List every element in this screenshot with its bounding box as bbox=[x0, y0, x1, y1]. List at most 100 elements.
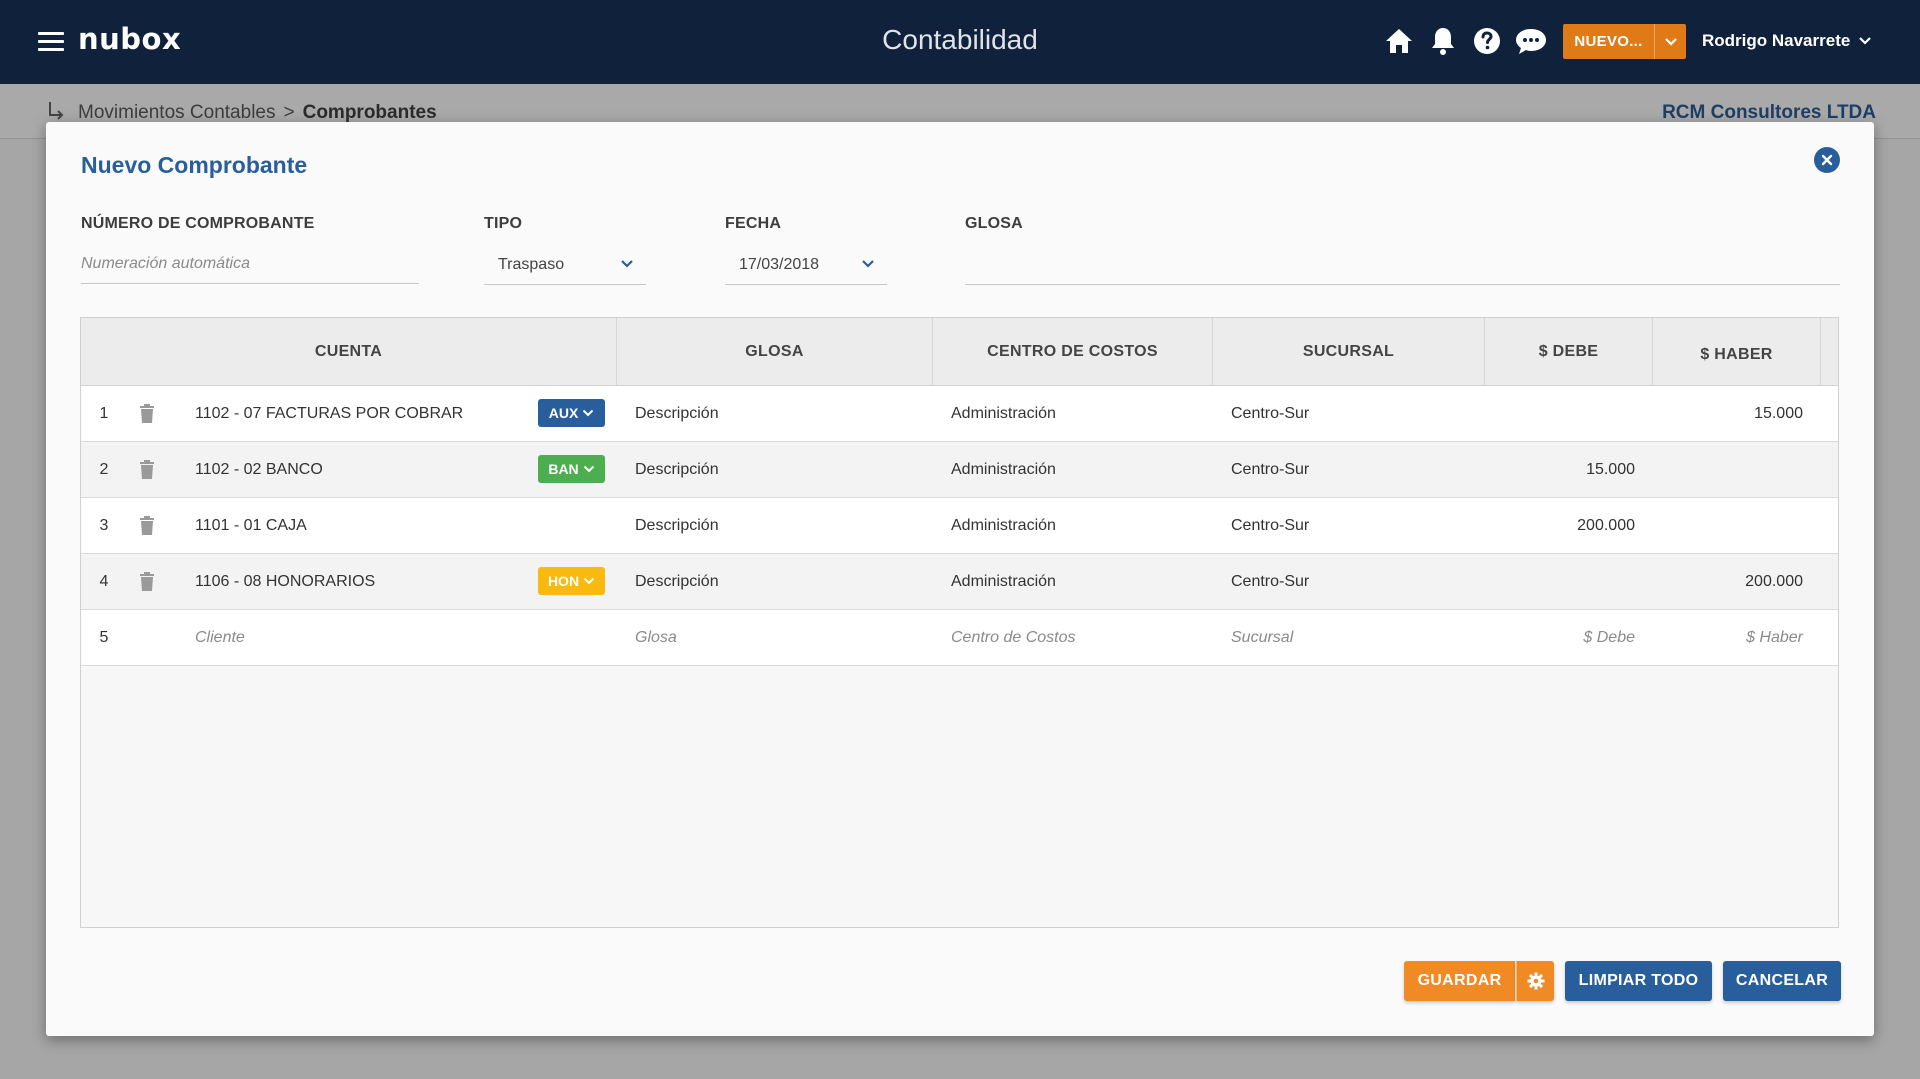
cuenta-value: 1101 - 01 CAJA bbox=[195, 516, 307, 534]
fecha-select[interactable]: 17/03/2018 bbox=[725, 245, 887, 285]
header-cuenta: CUENTA bbox=[81, 318, 617, 385]
centro-costos-input[interactable]: Centro de Costos bbox=[933, 610, 1213, 665]
comprobante-table: CUENTA GLOSA CENTRO DE COSTOS SUCURSAL $… bbox=[80, 317, 1839, 928]
glosa-cell[interactable]: Descripción bbox=[617, 442, 933, 497]
cuenta-cell[interactable]: 1102 - 02 BANCO BAN bbox=[167, 442, 617, 497]
header-haber: $ HABER bbox=[1653, 318, 1821, 385]
debe-cell[interactable] bbox=[1485, 554, 1653, 609]
breadcrumb: Movimientos Contables > Comprobantes bbox=[78, 102, 437, 124]
chat-icon[interactable] bbox=[1514, 24, 1548, 58]
debe-cell[interactable]: 15.000 bbox=[1485, 442, 1653, 497]
cuenta-cell[interactable]: 1102 - 07 FACTURAS POR COBRAR AUX bbox=[167, 386, 617, 441]
row-number: 2 bbox=[99, 460, 109, 478]
menu-icon[interactable] bbox=[38, 32, 64, 52]
centro-cell[interactable]: Administración bbox=[933, 554, 1213, 609]
debe-cell[interactable] bbox=[1485, 386, 1653, 441]
debe-cell[interactable]: 200.000 bbox=[1485, 498, 1653, 553]
glosa-input[interactable]: Glosa bbox=[617, 610, 933, 665]
nuevo-button[interactable]: NUEVO... bbox=[1563, 24, 1686, 59]
row-number: 3 bbox=[99, 516, 109, 534]
haber-input[interactable]: $ Haber bbox=[1653, 610, 1821, 665]
cancelar-button[interactable]: CANCELAR bbox=[1723, 961, 1841, 1001]
glosa-cell[interactable]: Descripción bbox=[617, 554, 933, 609]
chevron-down-icon bbox=[583, 409, 594, 417]
header-centro-costos: CENTRO DE COSTOS bbox=[933, 318, 1213, 385]
home-icon[interactable] bbox=[1382, 24, 1416, 58]
cuenta-cell[interactable]: 1106 - 08 HONORARIOS HON bbox=[167, 554, 617, 609]
breadcrumb-current: Comprobantes bbox=[302, 102, 437, 123]
bell-icon[interactable] bbox=[1426, 24, 1460, 58]
sucursal-input[interactable]: Sucursal bbox=[1213, 610, 1485, 665]
chevron-down-icon bbox=[1859, 37, 1872, 45]
table-row[interactable]: 2 1102 - 02 BANCO BAN Descripción Admini… bbox=[81, 442, 1838, 498]
table-row[interactable]: 3 1101 - 01 CAJA Descripción Administrac… bbox=[81, 498, 1838, 554]
row-number: 4 bbox=[99, 572, 109, 590]
return-arrow-icon bbox=[49, 102, 64, 120]
trash-icon[interactable] bbox=[127, 386, 167, 441]
haber-cell[interactable] bbox=[1653, 442, 1821, 497]
table-scrollbar[interactable] bbox=[1821, 318, 1835, 385]
row-number: 5 bbox=[99, 628, 109, 646]
guardar-button[interactable]: GUARDAR bbox=[1404, 961, 1515, 1001]
centro-cell[interactable]: Administración bbox=[933, 498, 1213, 553]
ban-tag-button[interactable]: BAN bbox=[538, 455, 605, 483]
tipo-value: Traspaso bbox=[498, 255, 565, 273]
glosa-label: GLOSA bbox=[965, 215, 1023, 232]
modal-title: Nuevo Comprobante bbox=[81, 152, 308, 178]
limpiar-todo-button[interactable]: LIMPIAR TODO bbox=[1565, 961, 1712, 1001]
trash-icon[interactable] bbox=[127, 554, 167, 609]
cuenta-value: 1106 - 08 HONORARIOS bbox=[195, 572, 376, 590]
centro-cell[interactable]: Administración bbox=[933, 442, 1213, 497]
glosa-cell[interactable]: Descripción bbox=[617, 498, 933, 553]
numero-label: NÚMERO DE COMPROBANTE bbox=[81, 215, 315, 232]
table-header: CUENTA GLOSA CENTRO DE COSTOS SUCURSAL $… bbox=[81, 318, 1838, 386]
aux-tag-button[interactable]: AUX bbox=[538, 399, 605, 427]
chevron-down-icon bbox=[621, 260, 633, 268]
close-icon[interactable] bbox=[1814, 147, 1840, 173]
haber-cell[interactable]: 200.000 bbox=[1653, 554, 1821, 609]
trash-icon[interactable] bbox=[127, 442, 167, 497]
haber-cell[interactable]: 15.000 bbox=[1653, 386, 1821, 441]
help-icon[interactable] bbox=[1470, 24, 1504, 58]
top-icons bbox=[1382, 24, 1548, 58]
header-debe: $ DEBE bbox=[1485, 318, 1653, 385]
glosa-cell[interactable]: Descripción bbox=[617, 386, 933, 441]
user-menu[interactable]: Rodrigo Navarrete bbox=[1702, 31, 1872, 51]
chevron-down-icon[interactable] bbox=[1654, 24, 1686, 59]
trash-icon[interactable] bbox=[127, 498, 167, 553]
gear-icon[interactable] bbox=[1516, 961, 1554, 1001]
header-sucursal: SUCURSAL bbox=[1213, 318, 1485, 385]
tag-label: BAN bbox=[548, 461, 579, 477]
user-name: Rodrigo Navarrete bbox=[1702, 31, 1851, 50]
table-row[interactable]: 4 1106 - 08 HONORARIOS HON Descripción A… bbox=[81, 554, 1838, 610]
haber-cell[interactable] bbox=[1653, 498, 1821, 553]
glosa-field[interactable] bbox=[965, 245, 1840, 285]
hon-tag-button[interactable]: HON bbox=[538, 567, 605, 595]
debe-input[interactable]: $ Debe bbox=[1485, 610, 1653, 665]
nuevo-comprobante-modal: Nuevo Comprobante NÚMERO DE COMPROBANTE … bbox=[46, 122, 1874, 1036]
table-row[interactable]: 1 1102 - 07 FACTURAS POR COBRAR AUX Desc… bbox=[81, 386, 1838, 442]
tipo-select[interactable]: Traspaso bbox=[484, 245, 646, 285]
centro-cell[interactable]: Administración bbox=[933, 386, 1213, 441]
breadcrumb-parent[interactable]: Movimientos Contables bbox=[78, 102, 275, 124]
cuenta-value: 1102 - 07 FACTURAS POR COBRAR bbox=[195, 404, 464, 422]
sucursal-cell[interactable]: Centro-Sur bbox=[1213, 442, 1485, 497]
cliente-input[interactable]: Cliente bbox=[167, 610, 617, 665]
nubox-logo[interactable]: nubox bbox=[78, 22, 181, 56]
sucursal-cell[interactable]: Centro-Sur bbox=[1213, 554, 1485, 609]
chevron-down-icon bbox=[583, 465, 594, 473]
numero-field[interactable]: Numeración automática bbox=[81, 244, 419, 284]
cuenta-cell[interactable]: 1101 - 01 CAJA bbox=[167, 498, 617, 553]
nuevo-button-label: NUEVO... bbox=[1574, 33, 1643, 50]
chevron-down-icon bbox=[862, 260, 874, 268]
fecha-label: FECHA bbox=[725, 215, 782, 232]
fecha-value: 17/03/2018 bbox=[739, 255, 820, 273]
breadcrumb-separator: > bbox=[283, 102, 295, 123]
sucursal-cell[interactable]: Centro-Sur bbox=[1213, 386, 1485, 441]
tipo-label: TIPO bbox=[484, 215, 523, 232]
cuenta-value: 1102 - 02 BANCO bbox=[195, 460, 323, 478]
new-entry-row[interactable]: 5 Cliente Glosa Centro de Costos Sucursa… bbox=[81, 610, 1838, 666]
numero-placeholder: Numeración automática bbox=[81, 254, 250, 272]
sucursal-cell[interactable]: Centro-Sur bbox=[1213, 498, 1485, 553]
company-name[interactable]: RCM Consultores LTDA bbox=[1662, 102, 1876, 124]
